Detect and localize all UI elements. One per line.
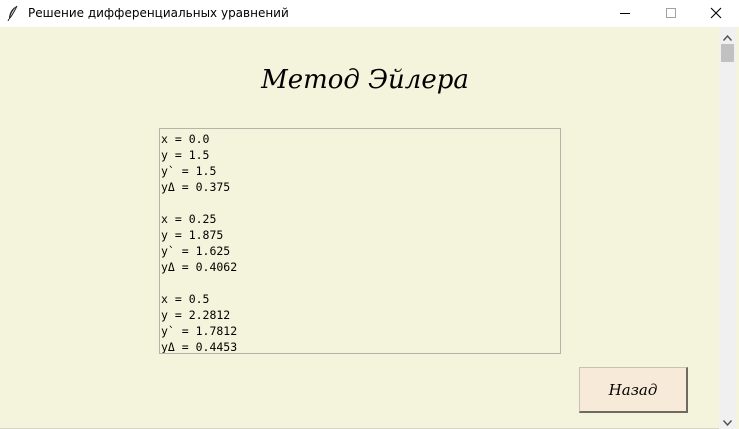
- scroll-down-button[interactable]: [719, 412, 736, 429]
- scroll-up-button[interactable]: [719, 27, 736, 44]
- title-bar[interactable]: Решение дифференциальных уравнений: [0, 0, 739, 27]
- maximize-button[interactable]: [648, 0, 694, 27]
- output-line: y = 2.2812: [161, 308, 231, 322]
- close-button[interactable]: [693, 0, 739, 27]
- close-icon: [710, 4, 722, 23]
- output-line: yΔ = 0.4453: [161, 340, 238, 354]
- minimize-icon: [619, 4, 631, 23]
- client-area: Метод Эйлера x = 0.0 y = 1.5 y` = 1.5 yΔ = …: [0, 27, 739, 429]
- output-line: x = 0.25: [161, 212, 217, 226]
- minimize-button[interactable]: [602, 0, 648, 27]
- output-line: x = 0.0: [161, 132, 210, 146]
- chevron-up-icon: [722, 26, 733, 45]
- output-line: y` = 1.7812: [161, 324, 238, 338]
- output-line: y = 1.5: [161, 148, 210, 162]
- output-line: y` = 1.5: [161, 164, 217, 178]
- vertical-scrollbar[interactable]: [719, 27, 736, 429]
- output-line: x = 0.5: [161, 292, 210, 306]
- output-line: yΔ = 0.375: [161, 180, 231, 194]
- feather-icon: [6, 5, 20, 22]
- back-button[interactable]: Назад: [579, 367, 688, 413]
- output-line: yΔ = 0.4062: [161, 260, 238, 274]
- output-line: y = 1.875: [161, 228, 224, 242]
- results-textbox[interactable]: x = 0.0 y = 1.5 y` = 1.5 yΔ = 0.375 x = 0.25…: [159, 128, 561, 354]
- maximize-icon: [665, 4, 677, 23]
- page-title: Метод Эйлера: [261, 65, 469, 95]
- app-window: Решение дифференциальных уравнений Метод…: [0, 0, 739, 429]
- window-title: Решение дифференциальных уравнений: [28, 6, 289, 20]
- output-line: y` = 1.625: [161, 244, 231, 258]
- chevron-down-icon: [722, 411, 733, 429]
- scroll-thumb[interactable]: [721, 44, 734, 62]
